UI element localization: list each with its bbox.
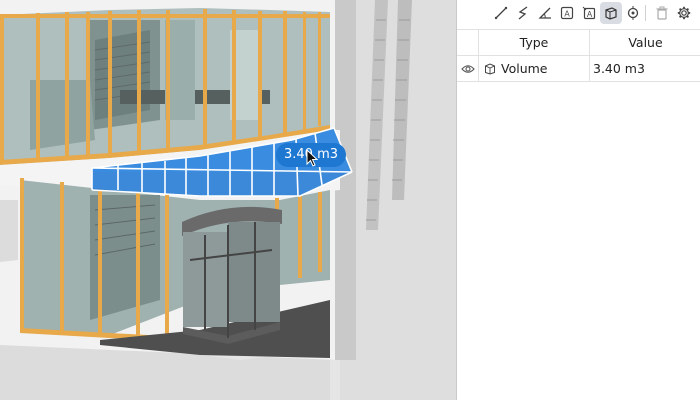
point-tool-button[interactable] (622, 2, 644, 24)
svg-text:A: A (564, 10, 570, 19)
settings-button[interactable] (673, 2, 695, 24)
toolbar-separator (645, 5, 646, 21)
trash-icon (656, 6, 668, 20)
angle-tool-icon (538, 7, 551, 19)
area-tool-button[interactable]: A (556, 2, 578, 24)
row-value: 3.40 m3 (593, 61, 645, 76)
visibility-toggle[interactable] (458, 56, 478, 81)
area-tool-icon: A (560, 6, 574, 20)
gear-icon (677, 6, 691, 20)
3d-viewport[interactable]: 3.40 m3 (0, 0, 456, 400)
delete-button[interactable] (651, 2, 673, 24)
height-tool-button[interactable]: A (578, 2, 600, 24)
svg-text:A: A (587, 10, 593, 19)
distance-tool-icon (494, 6, 508, 20)
polyline-tool-button[interactable] (512, 2, 534, 24)
volume-tool-button[interactable] (600, 2, 622, 24)
point-tool-icon (627, 6, 639, 20)
table-row[interactable]: Volume 3.40 m3 (457, 56, 700, 82)
measurements-table: Type Value Volume 3.40 m3 (457, 29, 700, 82)
volume-cube-icon (482, 56, 498, 81)
column-header-type[interactable]: Type (479, 30, 589, 55)
row-type: Volume (501, 61, 548, 76)
polyline-tool-icon (518, 6, 528, 20)
table-header-row: Type Value (457, 29, 700, 56)
height-tool-icon: A (582, 6, 596, 20)
column-header-value[interactable]: Value (590, 30, 700, 55)
measure-toolbar: A A (457, 0, 700, 26)
angle-tool-button[interactable] (534, 2, 556, 24)
eye-icon (461, 64, 475, 73)
measurement-panel: A A Type Value Volume 3.40 m3 (456, 0, 700, 400)
mouse-cursor-icon (306, 149, 318, 167)
building-model (0, 0, 456, 400)
distance-tool-button[interactable] (490, 2, 512, 24)
volume-tool-icon (605, 7, 617, 20)
